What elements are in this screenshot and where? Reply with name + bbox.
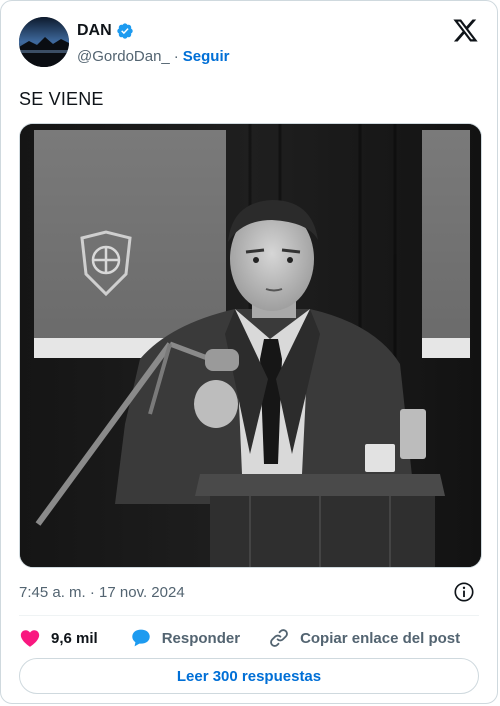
- tweet-card: DAN @GordoDan_ · Seguir SE VIENE 7:45 a.…: [0, 0, 498, 704]
- avatar-image: [19, 17, 69, 67]
- read-replies-button[interactable]: Leer 300 respuestas: [19, 658, 479, 694]
- link-icon: [270, 629, 288, 647]
- author-handle[interactable]: @GordoDan_: [77, 48, 170, 65]
- copy-link-button[interactable]: Copiar enlace del post: [268, 627, 460, 649]
- action-bar: 9,6 mil Responder Copiar enlace del post: [19, 625, 479, 651]
- tweet-timestamp[interactable]: 7:45 a. m. · 17 nov. 2024: [19, 584, 185, 601]
- avatar[interactable]: [19, 17, 69, 67]
- verified-badge-icon: [116, 23, 133, 39]
- reply-label: Responder: [161, 629, 241, 647]
- author-name[interactable]: DAN: [77, 22, 112, 40]
- photo-speaker-at-podium: [20, 124, 481, 567]
- divider: [19, 615, 479, 616]
- like-button[interactable]: 9,6 mil: [19, 627, 98, 649]
- author-name-row: DAN: [77, 22, 134, 40]
- speech-bubble-icon: [131, 629, 150, 647]
- author-handle-row: @GordoDan_ · Seguir: [77, 48, 229, 65]
- follow-button[interactable]: Seguir: [183, 48, 230, 65]
- copy-link-label: Copiar enlace del post: [300, 629, 461, 647]
- read-replies-label: Leer 300 respuestas: [176, 667, 322, 685]
- tweet-photo[interactable]: [19, 123, 482, 568]
- reply-button[interactable]: Responder: [130, 627, 240, 649]
- separator-dot: ·: [173, 48, 179, 65]
- like-count: 9,6 mil: [51, 629, 98, 647]
- tweet-text: SE VIENE: [19, 89, 104, 109]
- info-icon[interactable]: [453, 581, 475, 603]
- heart-icon: [20, 630, 40, 647]
- x-logo-icon[interactable]: [452, 17, 479, 44]
